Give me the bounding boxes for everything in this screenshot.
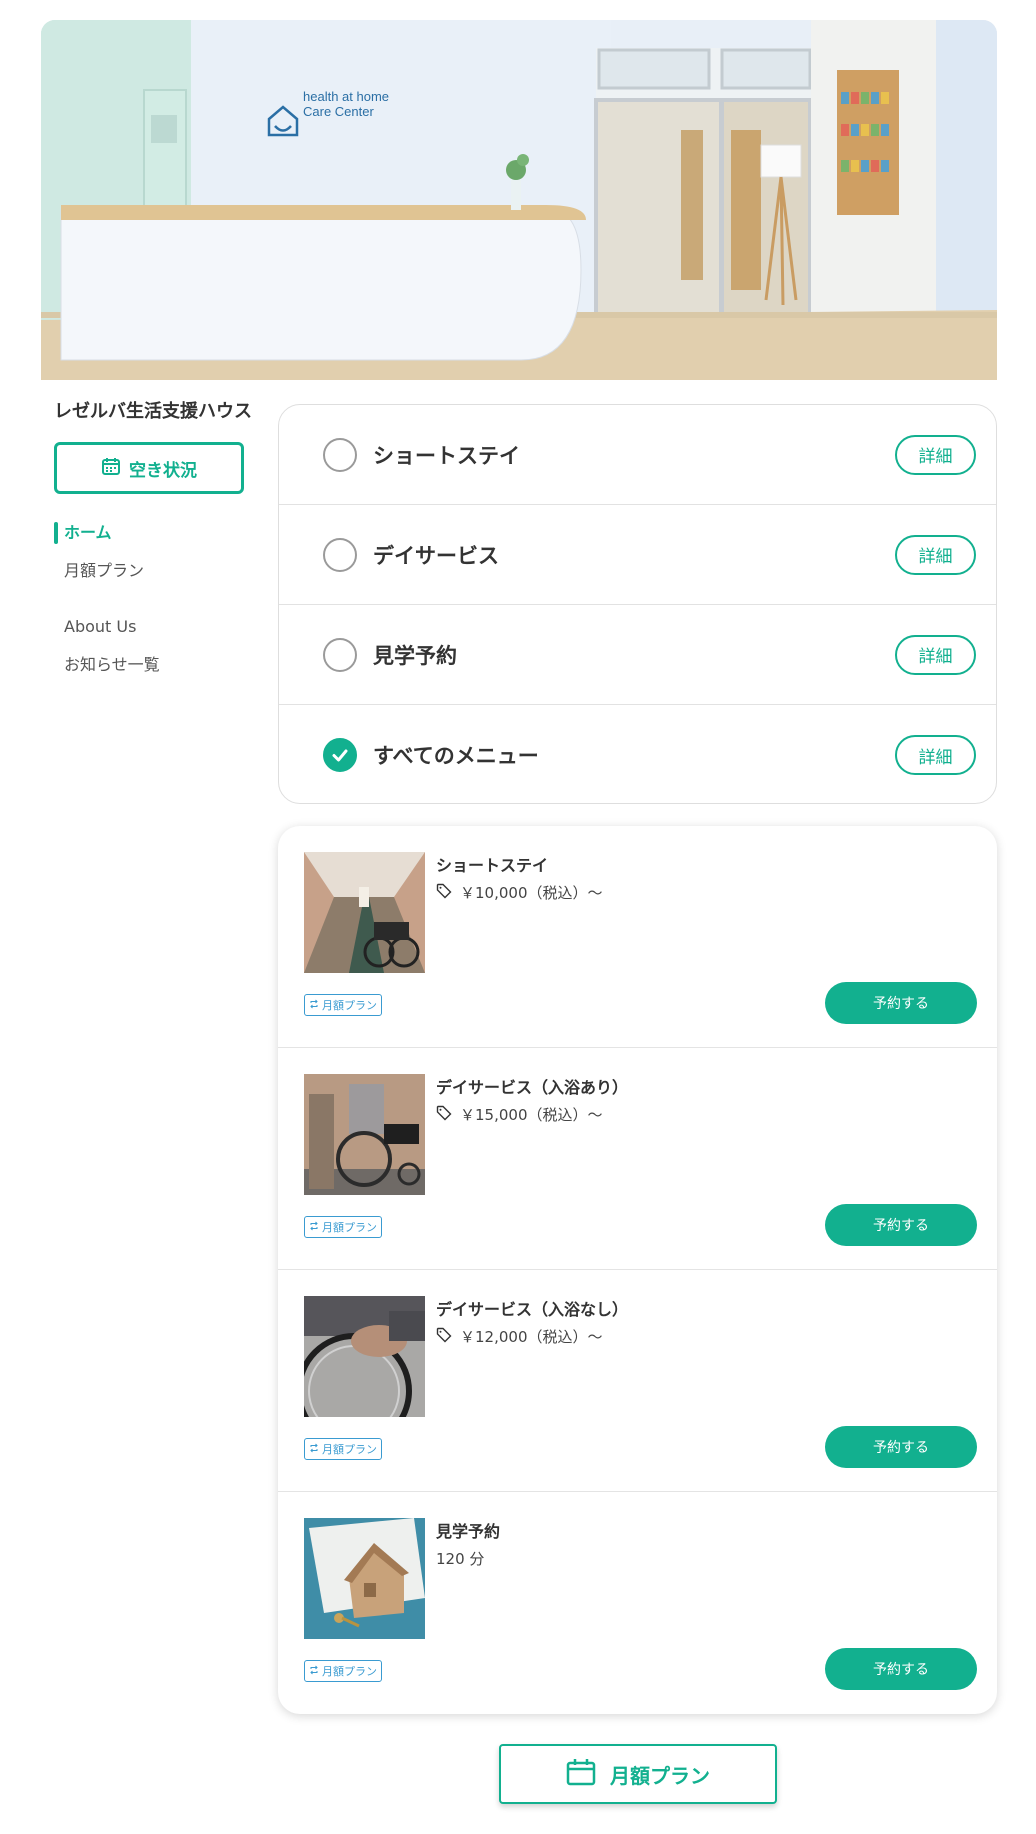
nav-item-news-list[interactable]: お知らせ一覧 [54, 646, 254, 684]
sidebar: レゼルバ生活支援ハウス 空き状況 ホーム 月額プラン About Us お知らせ… [54, 398, 254, 684]
detail-button[interactable]: 詳細 [895, 434, 976, 475]
availability-label: 空き状況 [129, 460, 197, 481]
service-price-text: ￥15,000（税込）〜 [460, 1106, 603, 1124]
category-label: デイサービス [373, 543, 499, 568]
monthly-plan-tag-label: 月額プラン [322, 1665, 377, 1678]
nav-item-monthly-plan[interactable]: 月額プラン [54, 552, 254, 590]
monthly-plan-tag: 月額プラン [304, 1216, 382, 1238]
service-duration: 120 分 [436, 1548, 484, 1569]
monthly-plan-button-label: 月額プラン [610, 1763, 710, 1788]
category-label: すべてのメニュー [373, 744, 539, 768]
repeat-icon [309, 1665, 319, 1678]
hero-image: health at home Care Center [41, 20, 997, 380]
detail-button[interactable]: 詳細 [895, 634, 976, 675]
service-item: デイサービス（入浴なし） ￥12,000（税込）〜 月額プラン 予約する [278, 1270, 997, 1492]
monthly-plan-tag-label: 月額プラン [322, 999, 377, 1012]
service-price: ￥12,000（税込）〜 [436, 1326, 603, 1347]
nav-item-about-us[interactable]: About Us [54, 608, 254, 646]
reserve-button[interactable]: 予約する [825, 1204, 977, 1246]
service-thumbnail-wheel-hand [304, 1296, 425, 1417]
service-price-text: ￥12,000（税込）〜 [460, 1328, 603, 1346]
detail-button[interactable]: 詳細 [895, 534, 976, 575]
category-selector: ショートステイ 詳細 デイサービス 詳細 見学予約 詳細 すべてのメニュー 詳細 [278, 404, 997, 804]
monthly-plan-tag-label: 月額プラン [322, 1221, 377, 1234]
sign-text-line1: health at home [303, 89, 389, 104]
service-title: 見学予約 [436, 1522, 501, 1541]
price-tag-icon [436, 1105, 452, 1125]
category-label: 見学予約 [373, 643, 457, 668]
price-tag-icon [436, 1327, 452, 1347]
sidebar-nav: ホーム 月額プラン About Us お知らせ一覧 [54, 514, 254, 684]
monthly-plan-tag: 月額プラン [304, 1438, 382, 1460]
reserve-button[interactable]: 予約する [825, 1426, 977, 1468]
service-item: ショートステイ ￥10,000（税込）〜 月額プラン 予約する [278, 826, 997, 1048]
monthly-plan-tag: 月額プラン [304, 994, 382, 1016]
repeat-icon [309, 999, 319, 1012]
service-price: ￥15,000（税込）〜 [436, 1104, 603, 1125]
calendar-icon [566, 1758, 596, 1791]
service-duration-text: 120 分 [436, 1550, 485, 1568]
category-row[interactable]: ショートステイ 詳細 [279, 405, 996, 505]
service-item: 見学予約 120 分 月額プラン 予約する [278, 1492, 997, 1714]
monthly-plan-tag: 月額プラン [304, 1660, 382, 1682]
detail-button[interactable]: 詳細 [895, 735, 976, 775]
radio-unchecked-icon[interactable] [323, 637, 357, 672]
radio-checked-icon[interactable] [323, 738, 357, 772]
facility-name: レゼルバ生活支援ハウス [54, 401, 252, 422]
monthly-plan-tag-label: 月額プラン [322, 1443, 377, 1456]
reserve-button[interactable]: 予約する [825, 1648, 977, 1690]
repeat-icon [309, 1443, 319, 1456]
category-row[interactable]: すべてのメニュー 詳細 [279, 705, 996, 803]
reserve-button[interactable]: 予約する [825, 982, 977, 1024]
service-thumbnail-hallway [304, 852, 425, 973]
service-price-text: ￥10,000（税込）〜 [460, 884, 603, 902]
sign-text-line2: Care Center [303, 104, 374, 119]
service-title: デイサービス（入浴あり） [436, 1078, 629, 1097]
radio-unchecked-icon[interactable] [323, 437, 357, 472]
service-item: デイサービス（入浴あり） ￥15,000（税込）〜 月額プラン 予約する [278, 1048, 997, 1270]
radio-unchecked-icon[interactable] [323, 537, 357, 572]
category-row[interactable]: デイサービス 詳細 [279, 505, 996, 605]
service-list: ショートステイ ￥10,000（税込）〜 月額プラン 予約する デイサービス（入… [278, 826, 997, 1714]
price-tag-icon [436, 883, 452, 903]
service-price: ￥10,000（税込）〜 [436, 882, 603, 903]
service-thumbnail-wheelchair [304, 1074, 425, 1195]
repeat-icon [309, 1221, 319, 1234]
service-thumbnail-house-model [304, 1518, 425, 1639]
category-label: ショートステイ [373, 443, 520, 468]
nav-item-home[interactable]: ホーム [54, 514, 254, 552]
monthly-plan-button[interactable]: 月額プラン [499, 1744, 777, 1804]
calendar-icon [101, 456, 121, 481]
availability-button[interactable]: 空き状況 [54, 442, 244, 494]
service-title: デイサービス（入浴なし） [436, 1300, 629, 1319]
category-row[interactable]: 見学予約 詳細 [279, 605, 996, 705]
service-title: ショートステイ [436, 856, 549, 875]
